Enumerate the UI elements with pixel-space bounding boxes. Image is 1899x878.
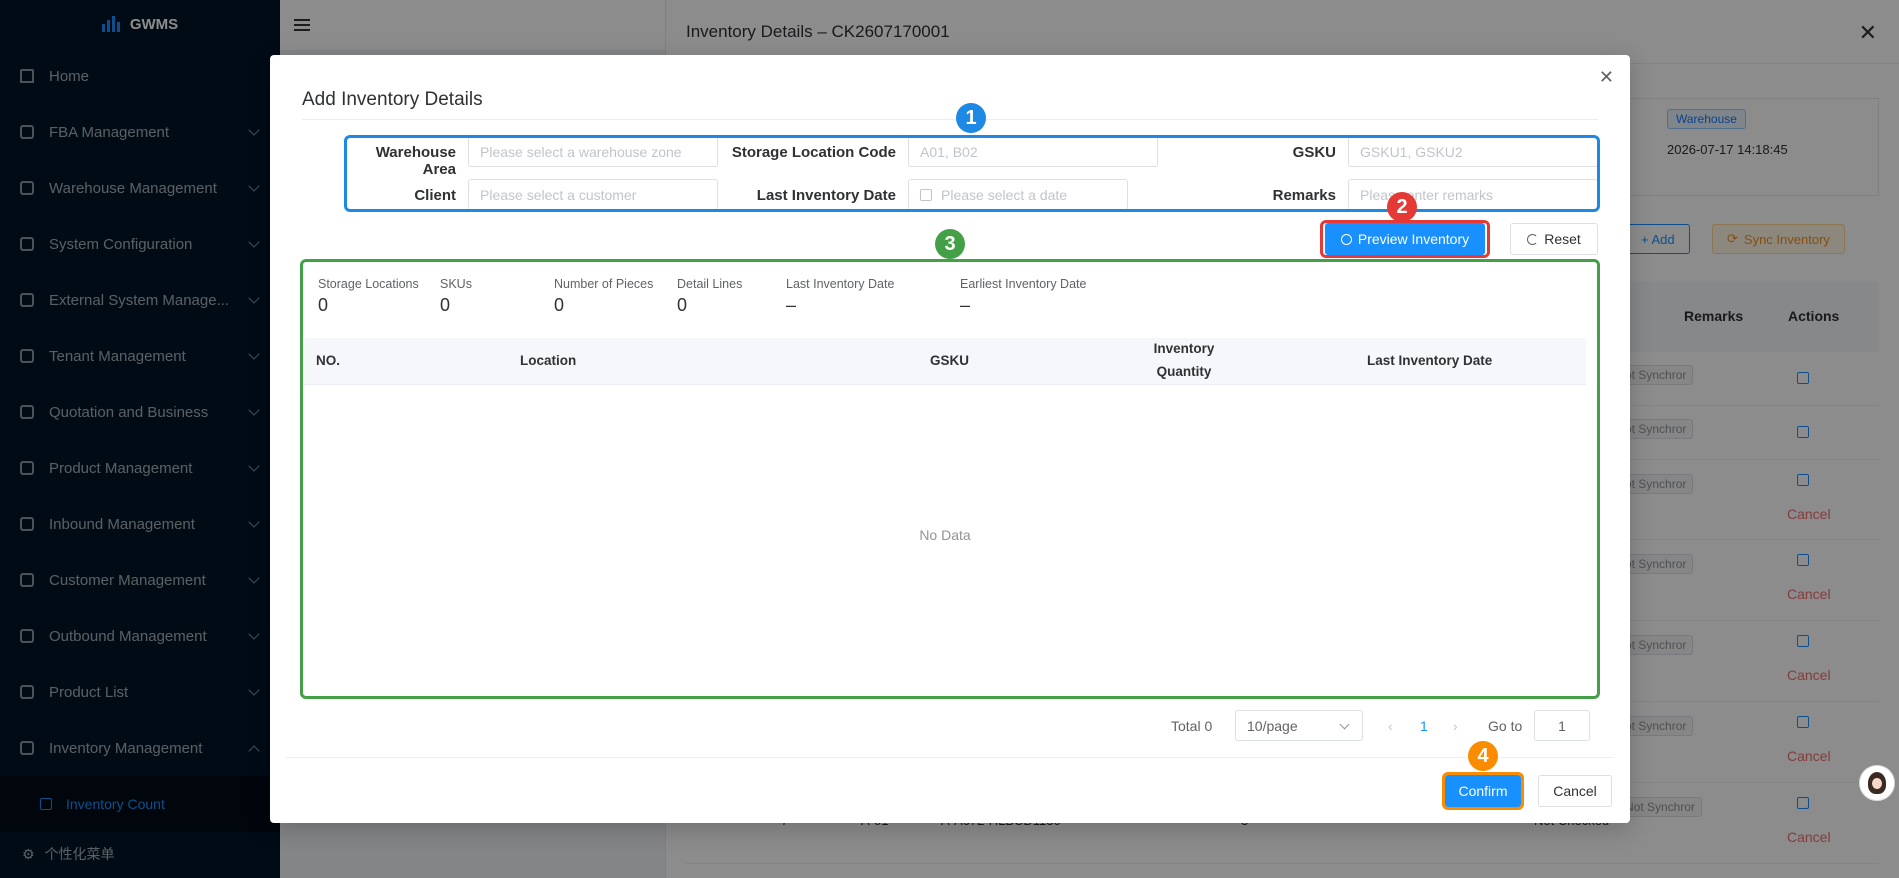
assistant-avatar[interactable] — [1859, 765, 1895, 801]
client-label: Client — [414, 187, 456, 204]
page-size-select[interactable]: 10/page — [1235, 710, 1363, 741]
stat-label: SKUs — [440, 277, 472, 291]
warehouse-area-placeholder: Please select a warehouse zone — [480, 143, 682, 160]
preview-inventory-label: Preview Inventory — [1357, 231, 1470, 247]
avatar-icon — [1868, 772, 1886, 794]
prev-page-icon[interactable]: ‹ — [1388, 710, 1393, 742]
warehouse-area-select[interactable]: Please select a warehouse zone — [468, 136, 718, 167]
annotation-badge-4: 4 — [1468, 741, 1498, 771]
chevron-down-icon — [1339, 719, 1350, 730]
storage-location-code-label: Storage Location Code — [731, 144, 896, 161]
gsku-input[interactable]: GSKU1, GSKU2 — [1348, 136, 1598, 167]
annotation-badge-1: 1 — [956, 103, 986, 133]
preview-inventory-button[interactable]: Preview Inventory — [1325, 223, 1485, 255]
goto-label: Go to — [1488, 718, 1523, 734]
pagination-total: Total 0 — [1171, 718, 1213, 734]
inventory-stats: Storage Locations 0 SKUs 0 Number of Pieces 0… — [304, 265, 1586, 326]
reset-icon — [1527, 233, 1539, 245]
remarks-placeholder: Please enter remarks — [1360, 186, 1494, 203]
annotation-badge-3: 3 — [935, 229, 965, 259]
modal-footer-divider — [286, 757, 1614, 758]
stat-label: Detail Lines — [677, 277, 743, 291]
modal-close-icon[interactable]: ✕ — [1599, 67, 1614, 88]
stat-label: Last Inventory Date — [786, 277, 895, 291]
stat-value: 0 — [554, 295, 565, 315]
stat-number-of-pieces: Number of Pieces 0 — [554, 277, 653, 316]
stat-earliest-inventory-date: Earliest Inventory Date – — [960, 277, 1086, 316]
storage-location-code-placeholder: A01, B02 — [920, 143, 978, 160]
client-placeholder: Please select a customer — [480, 186, 637, 203]
stat-value: 0 — [677, 295, 688, 315]
reset-button[interactable]: Reset — [1510, 223, 1598, 255]
stat-storage-locations: Storage Locations 0 — [318, 277, 419, 316]
column-header-quantity: Quantity — [1156, 364, 1212, 379]
reset-label: Reset — [1544, 231, 1581, 247]
warehouse-area-label: Warehouse Area — [375, 144, 456, 178]
confirm-button[interactable]: Confirm — [1445, 775, 1521, 807]
column-header-inventory: Inventory — [1153, 341, 1215, 356]
gsku-placeholder: GSKU1, GSKU2 — [1360, 143, 1463, 160]
stat-last-inventory-date: Last Inventory Date – — [786, 277, 894, 316]
storage-location-code-input[interactable]: A01, B02 — [908, 136, 1158, 167]
annotation-badge-2: 2 — [1387, 192, 1417, 222]
column-header-gsku: GSKU — [930, 353, 970, 368]
empty-table-text: No Data — [919, 527, 971, 543]
page-number-current[interactable]: 1 — [1420, 710, 1428, 742]
stat-value: – — [786, 295, 797, 315]
stat-value: 0 — [318, 295, 329, 315]
column-header-last-inventory-date: Last Inventory Date — [1367, 353, 1493, 368]
stat-value: 0 — [440, 295, 451, 315]
stat-label: Earliest Inventory Date — [960, 277, 1087, 291]
last-inventory-date-picker[interactable]: Please select a date — [908, 179, 1128, 210]
remarks-input[interactable]: Please enter remarks — [1348, 179, 1598, 210]
goto-page-input[interactable]: 1 — [1534, 710, 1590, 741]
add-inventory-modal: Add Inventory Details ✕ Warehouse Area P… — [270, 55, 1630, 823]
stat-skus: SKUs 0 — [440, 277, 472, 316]
calendar-icon — [920, 188, 932, 201]
remarks-label: Remarks — [1272, 187, 1336, 204]
column-header-no: NO. — [316, 353, 341, 368]
preview-table-header: NO. Location GSKU Inventory Quantity Las… — [304, 338, 1586, 385]
search-icon — [1340, 233, 1352, 245]
gsku-label: GSKU — [1292, 144, 1336, 161]
client-select[interactable]: Please select a customer — [468, 179, 718, 210]
next-page-icon[interactable]: › — [1453, 710, 1458, 742]
stat-value: – — [960, 295, 971, 315]
last-inventory-date-placeholder: Please select a date — [941, 186, 1068, 203]
stat-label: Number of Pieces — [554, 277, 654, 291]
modal-divider — [302, 119, 1598, 120]
stat-detail-lines: Detail Lines 0 — [677, 277, 742, 316]
page-size-value: 10/page — [1247, 717, 1298, 734]
last-inventory-date-label: Last Inventory Date — [756, 187, 896, 204]
stat-label: Storage Locations — [318, 277, 419, 291]
modal-title: Add Inventory Details — [302, 89, 483, 110]
column-header-location: Location — [520, 353, 577, 368]
cancel-button[interactable]: Cancel — [1538, 775, 1612, 807]
